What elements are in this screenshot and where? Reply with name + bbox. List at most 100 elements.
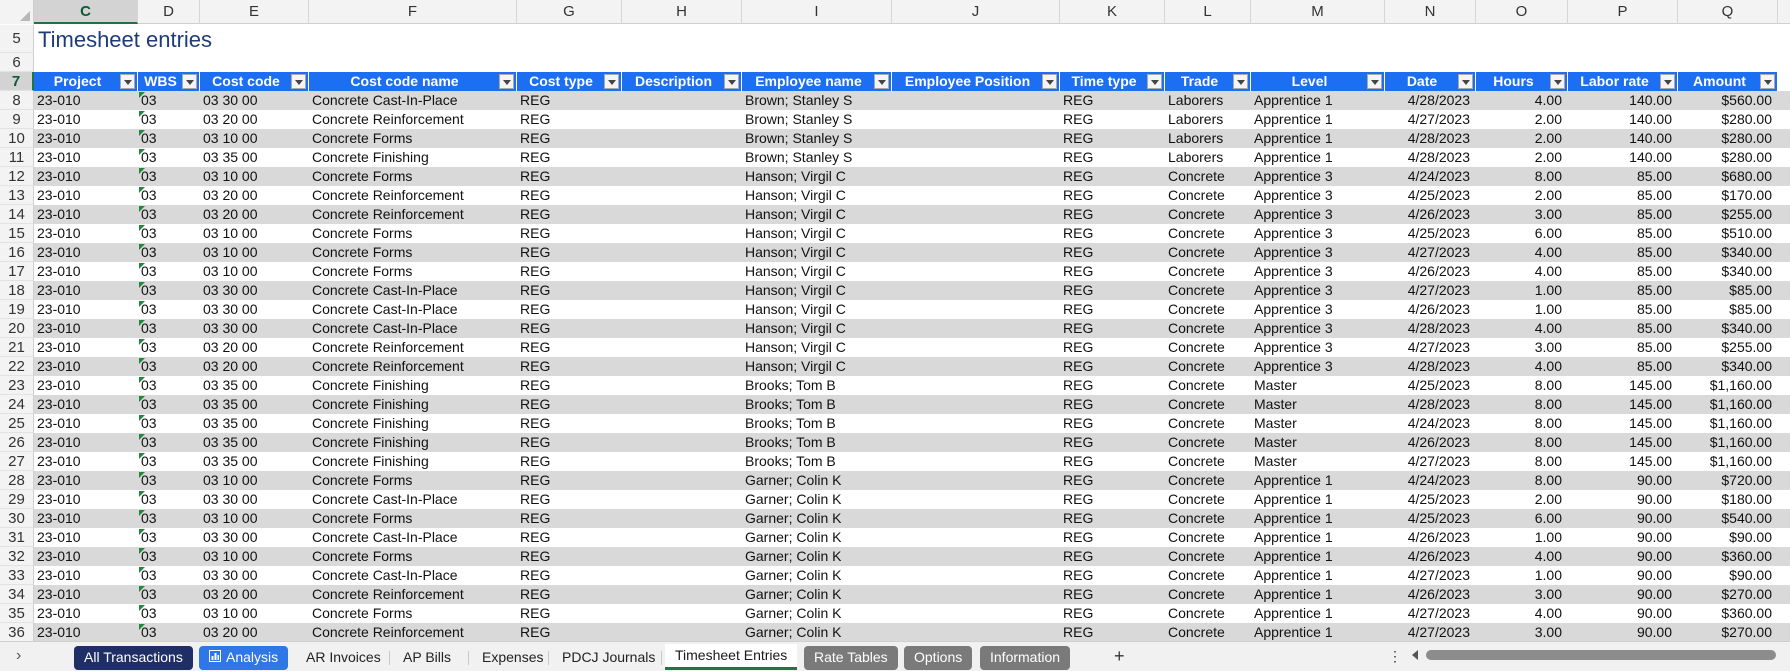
table-cell[interactable]: 23-010 — [34, 205, 138, 224]
table-cell[interactable]: Concrete — [1165, 319, 1251, 338]
table-cell[interactable] — [622, 604, 742, 623]
table-cell[interactable]: 03 — [138, 509, 200, 528]
table-cell[interactable]: Apprentice 1 — [1251, 91, 1385, 110]
sheet-tab[interactable]: Information — [980, 646, 1071, 670]
table-cell[interactable]: 23-010 — [34, 395, 138, 414]
sheet-tab[interactable]: Expenses — [472, 646, 553, 670]
table-cell[interactable]: 4/25/2023 — [1385, 376, 1476, 395]
table-cell[interactable]: $540.00 — [1678, 509, 1778, 528]
table-cell[interactable]: Apprentice 3 — [1251, 186, 1385, 205]
filter-dropdown-icon[interactable] — [1458, 74, 1473, 89]
table-cell[interactable]: Concrete Cast-In-Place — [309, 91, 517, 110]
table-cell[interactable]: 145.00 — [1568, 452, 1678, 471]
table-cell[interactable] — [622, 452, 742, 471]
table-cell[interactable]: Master — [1251, 452, 1385, 471]
table-cell[interactable]: 03 — [138, 528, 200, 547]
table-cell[interactable] — [892, 395, 1060, 414]
table-cell[interactable]: $360.00 — [1678, 547, 1778, 566]
table-cell[interactable]: REG — [1060, 224, 1165, 243]
table-cell[interactable]: REG — [1060, 433, 1165, 452]
table-cell[interactable]: Apprentice 1 — [1251, 148, 1385, 167]
table-cell[interactable]: REG — [1060, 585, 1165, 604]
table-cell[interactable]: Concrete Reinforcement — [309, 623, 517, 642]
table-cell[interactable]: 3.00 — [1476, 623, 1568, 642]
more-options-icon[interactable]: ⋮ — [1388, 648, 1402, 665]
table-cell[interactable]: 4/28/2023 — [1385, 319, 1476, 338]
table-cell[interactable]: 23-010 — [34, 452, 138, 471]
table-cell[interactable] — [892, 338, 1060, 357]
table-cell[interactable]: 23-010 — [34, 414, 138, 433]
table-cell[interactable]: $255.00 — [1678, 338, 1778, 357]
table-cell[interactable]: Garner; Colin K — [742, 471, 892, 490]
table-cell[interactable]: REG — [1060, 566, 1165, 585]
table-cell[interactable]: 23-010 — [34, 281, 138, 300]
table-cell[interactable]: $85.00 — [1678, 281, 1778, 300]
table-cell[interactable]: REG — [517, 471, 622, 490]
table-cell[interactable]: 4/28/2023 — [1385, 148, 1476, 167]
table-cell[interactable]: Concrete Cast-In-Place — [309, 300, 517, 319]
table-cell[interactable]: Brooks; Tom B — [742, 376, 892, 395]
table-cell[interactable]: 3.00 — [1476, 338, 1568, 357]
table-cell[interactable]: 4/24/2023 — [1385, 471, 1476, 490]
table-cell[interactable]: Concrete Finishing — [309, 148, 517, 167]
table-cell[interactable] — [622, 471, 742, 490]
table-cell[interactable]: $170.00 — [1678, 186, 1778, 205]
table-cell[interactable]: Concrete — [1165, 357, 1251, 376]
filter-dropdown-icon[interactable] — [182, 74, 197, 89]
table-cell[interactable]: 2.00 — [1476, 110, 1568, 129]
table-cell[interactable]: $1,160.00 — [1678, 395, 1778, 414]
table-cell[interactable]: Concrete — [1165, 376, 1251, 395]
table-cell[interactable]: 90.00 — [1568, 471, 1678, 490]
table-cell[interactable]: $1,160.00 — [1678, 433, 1778, 452]
table-cell[interactable] — [892, 91, 1060, 110]
table-cell[interactable]: REG — [1060, 91, 1165, 110]
table-cell[interactable] — [622, 528, 742, 547]
table-cell[interactable]: Hanson; Virgil C — [742, 205, 892, 224]
table-cell[interactable]: $720.00 — [1678, 471, 1778, 490]
table-cell[interactable]: Concrete — [1165, 433, 1251, 452]
table-cell[interactable]: Master — [1251, 376, 1385, 395]
table-cell[interactable]: 03 20 00 — [200, 338, 309, 357]
table-cell[interactable]: 145.00 — [1568, 376, 1678, 395]
table-cell[interactable]: REG — [517, 205, 622, 224]
table-cell[interactable]: 03 10 00 — [200, 224, 309, 243]
table-cell[interactable]: 2.00 — [1476, 148, 1568, 167]
table-cell[interactable]: 03 10 00 — [200, 262, 309, 281]
table-cell[interactable] — [622, 300, 742, 319]
table-cell[interactable]: 140.00 — [1568, 148, 1678, 167]
table-cell[interactable]: 03 20 00 — [200, 357, 309, 376]
table-cell[interactable]: 1.00 — [1476, 300, 1568, 319]
table-cell[interactable]: REG — [1060, 490, 1165, 509]
sheet-tab[interactable]: Analysis — [199, 646, 289, 670]
row-number[interactable]: 34 — [0, 585, 34, 604]
table-cell[interactable] — [892, 281, 1060, 300]
table-cell[interactable]: Apprentice 3 — [1251, 167, 1385, 186]
table-cell[interactable]: REG — [517, 167, 622, 186]
table-cell[interactable]: 23-010 — [34, 528, 138, 547]
table-cell[interactable] — [622, 129, 742, 148]
table-cell[interactable]: Concrete — [1165, 566, 1251, 585]
table-cell[interactable]: Concrete — [1165, 490, 1251, 509]
row-number[interactable]: 27 — [0, 452, 34, 471]
table-cell[interactable]: Concrete — [1165, 528, 1251, 547]
table-cell[interactable]: 23-010 — [34, 357, 138, 376]
table-cell[interactable]: 03 — [138, 148, 200, 167]
table-cell[interactable]: 85.00 — [1568, 205, 1678, 224]
table-cell[interactable]: Concrete Forms — [309, 129, 517, 148]
table-cell[interactable] — [892, 414, 1060, 433]
table-cell[interactable]: 4/27/2023 — [1385, 623, 1476, 642]
filter-dropdown-icon[interactable] — [1660, 74, 1675, 89]
table-cell[interactable]: 4/28/2023 — [1385, 91, 1476, 110]
table-cell[interactable]: 03 30 00 — [200, 490, 309, 509]
table-cell[interactable] — [892, 110, 1060, 129]
row-number[interactable]: 35 — [0, 604, 34, 623]
table-cell[interactable]: Apprentice 3 — [1251, 357, 1385, 376]
table-cell[interactable]: REG — [1060, 357, 1165, 376]
table-cell[interactable]: 85.00 — [1568, 167, 1678, 186]
table-cell[interactable]: 4.00 — [1476, 243, 1568, 262]
table-cell[interactable]: Apprentice 1 — [1251, 623, 1385, 642]
table-cell[interactable]: 23-010 — [34, 300, 138, 319]
table-cell[interactable] — [622, 623, 742, 642]
table-cell[interactable]: Concrete — [1165, 414, 1251, 433]
table-cell[interactable]: 03 — [138, 604, 200, 623]
